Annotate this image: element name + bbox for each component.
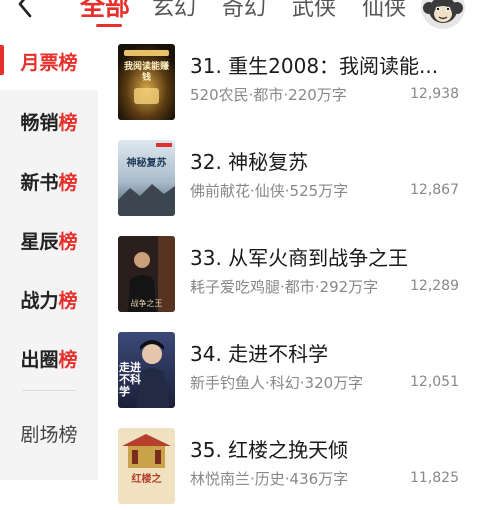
book-title: 35. 红楼之挽天倾 xyxy=(190,438,349,462)
ticket-count: 11,825 xyxy=(410,470,459,486)
list-item[interactable]: 红楼之 35. 红楼之挽天倾 林悦南兰·历史·436万字 11,825 xyxy=(118,428,480,510)
book-cover[interactable]: 红楼之 xyxy=(118,428,175,504)
tab-wuxia[interactable]: 武侠 xyxy=(292,0,336,22)
book-cover[interactable]: 神秘复苏 xyxy=(118,140,175,216)
ticket-count: 12,938 xyxy=(410,86,459,102)
ticket-count: 12,051 xyxy=(410,374,459,390)
cover-text: 神秘复苏 xyxy=(126,158,167,169)
sidebar-item-label: 月票 xyxy=(20,52,59,74)
sidebar-item-theater[interactable]: 剧场榜 xyxy=(0,420,98,447)
sidebar-item-bestseller[interactable]: 畅销榜 xyxy=(0,108,98,135)
sidebar-item-label-suffix: 榜 xyxy=(58,349,78,371)
sidebar-item-label: 星辰 xyxy=(20,231,59,253)
book-meta: 耗子爱吃鸡腿·都市·292万字 xyxy=(190,278,379,296)
cover-text: 战争之王 xyxy=(130,299,163,308)
sidebar-item-label-suffix: 榜 xyxy=(58,112,78,134)
book-title: 31. 重生2008：我阅读能... xyxy=(190,54,439,78)
sidebar-item-label-suffix: 榜 xyxy=(58,231,78,253)
sidebar-item-label-suffix: 榜 xyxy=(58,52,78,74)
sidebar-divider xyxy=(22,390,76,391)
monkey-avatar-icon xyxy=(421,0,465,29)
ticket-count: 12,289 xyxy=(410,278,459,294)
tab-active-indicator xyxy=(96,24,122,27)
top-bar: 全部 玄幻 奇幻 武侠 仙侠 xyxy=(0,0,480,30)
avatar[interactable] xyxy=(420,0,466,30)
tab-qihuan[interactable]: 奇幻 xyxy=(222,0,266,22)
sidebar-item-star[interactable]: 星辰榜 xyxy=(0,227,98,254)
cover-text: 红楼之 xyxy=(131,474,162,485)
sidebar-item-new-books[interactable]: 新书榜 xyxy=(0,168,98,195)
sidebar-item-label: 出圈 xyxy=(20,349,59,371)
sidebar-item-label: 战力 xyxy=(20,290,59,312)
book-meta: 佛前献花·仙侠·525万字 xyxy=(190,182,349,200)
sidebar-item-label-suffix: 榜 xyxy=(58,172,78,194)
cover-text: 我阅读能赚钱 xyxy=(123,62,169,83)
tab-xuanhuan[interactable]: 玄幻 xyxy=(152,0,196,22)
book-title: 32. 神秘复苏 xyxy=(190,150,309,174)
sidebar-item-label-suffix: 榜 xyxy=(58,290,78,312)
book-title: 34. 走进不科学 xyxy=(190,342,329,366)
list-item[interactable]: 走进不科学 34. 走进不科学 新手钓鱼人·科幻·320万字 12,051 xyxy=(118,332,480,414)
cover-text: 走进不科学 xyxy=(119,361,141,398)
book-cover[interactable]: 走进不科学 xyxy=(118,332,175,408)
book-title: 33. 从军火商到战争之王 xyxy=(190,246,409,270)
book-meta: 520农民·都市·220万字 xyxy=(190,86,347,104)
ranking-sidebar: 月票榜 畅销榜 新书榜 星辰榜 战力榜 出圈榜 剧场榜 xyxy=(0,30,98,480)
list-item[interactable]: 战争之王 33. 从军火商到战争之王 耗子爱吃鸡腿·都市·292万字 12,28… xyxy=(118,236,480,318)
sidebar-item-label: 畅销 xyxy=(20,112,59,134)
tab-xianxia[interactable]: 仙侠 xyxy=(362,0,406,22)
list-item[interactable]: 我阅读能赚钱 31. 重生2008：我阅读能... 520农民·都市·220万字… xyxy=(118,44,480,126)
back-button[interactable] xyxy=(6,0,46,24)
book-cover[interactable]: 战争之王 xyxy=(118,236,175,312)
book-cover[interactable]: 我阅读能赚钱 xyxy=(118,44,175,120)
sidebar-item-power[interactable]: 战力榜 xyxy=(0,286,98,313)
chevron-left-icon xyxy=(18,0,32,18)
sidebar-item-label: 新书 xyxy=(20,172,59,194)
list-item[interactable]: 神秘复苏 32. 神秘复苏 佛前献花·仙侠·525万字 12,867 xyxy=(118,140,480,222)
book-meta: 新手钓鱼人·科幻·320万字 xyxy=(190,374,364,392)
sidebar-item-monthly-ticket[interactable]: 月票榜 xyxy=(0,48,98,75)
ticket-count: 12,867 xyxy=(410,182,459,198)
tab-all[interactable]: 全部 xyxy=(80,0,130,23)
book-meta: 林悦南兰·历史·436万字 xyxy=(190,470,349,488)
sidebar-item-breakout[interactable]: 出圈榜 xyxy=(0,345,98,372)
